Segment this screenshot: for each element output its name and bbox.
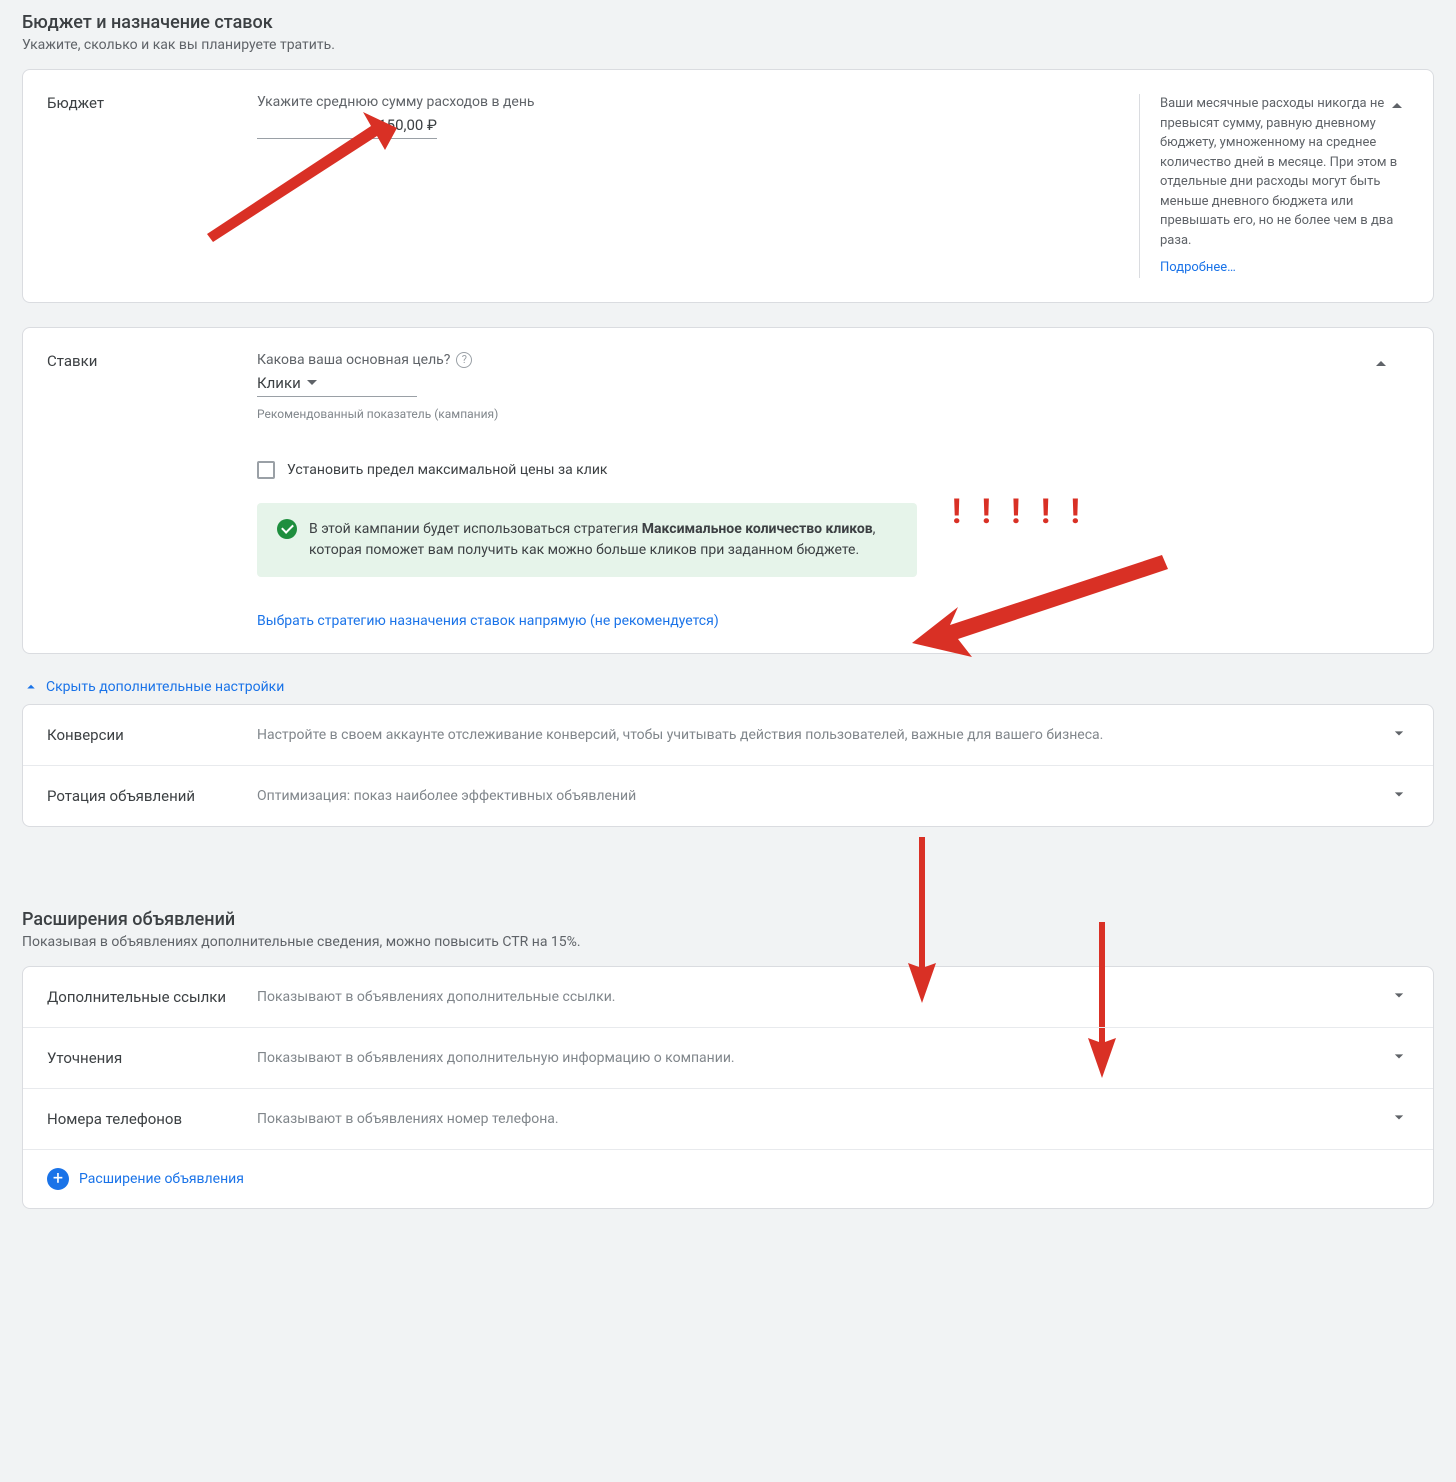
sitelinks-label: Дополнительные ссылки	[47, 988, 257, 1006]
budget-input[interactable]: 150,00 ₽	[257, 116, 437, 139]
strategy-info-box: В этой кампании будет использоваться стр…	[257, 503, 917, 577]
chevron-down-icon	[1389, 784, 1409, 808]
phones-row[interactable]: Номера телефонов Показывают в объявления…	[23, 1089, 1433, 1150]
collapse-icon[interactable]	[1385, 94, 1409, 118]
budget-info-text: Ваши месячные расходы никогда не превыся…	[1160, 94, 1409, 250]
chevron-down-icon	[1389, 1046, 1409, 1070]
help-icon[interactable]: ?	[456, 352, 472, 368]
conversions-label: Конверсии	[47, 726, 257, 744]
collapse-icon[interactable]	[1369, 352, 1393, 376]
ad-rotation-row[interactable]: Ротация объявлений Оптимизация: показ на…	[23, 766, 1433, 826]
chevron-down-icon	[1389, 1107, 1409, 1131]
budget-more-link[interactable]: Подробнее…	[1160, 260, 1236, 275]
add-extension-button[interactable]: + Расширение объявления	[23, 1150, 1433, 1208]
section-title-budget: Бюджет и назначение ставок	[22, 0, 1434, 37]
conversions-row[interactable]: Конверсии Настройте в своем аккаунте отс…	[23, 705, 1433, 766]
annotation-arrow-strategy	[882, 547, 1182, 667]
bids-label: Ставки	[47, 352, 257, 370]
callouts-row[interactable]: Уточнения Показывают в объявлениях допол…	[23, 1028, 1433, 1089]
hide-extra-settings-toggle[interactable]: Скрыть дополнительные настройки	[22, 678, 1434, 696]
callouts-label: Уточнения	[47, 1049, 257, 1067]
sitelinks-row[interactable]: Дополнительные ссылки Показывают в объяв…	[23, 967, 1433, 1028]
bids-goal-dropdown[interactable]: Клики	[257, 374, 317, 392]
chevron-down-icon	[1389, 723, 1409, 747]
bids-recommended-text: Рекомендованный показатель (кампания)	[257, 407, 1369, 421]
strategy-info-text: В этой кампании будет использоваться стр…	[309, 519, 897, 561]
phones-label: Номера телефонов	[47, 1110, 257, 1128]
budget-value: 150,00 ₽	[378, 116, 437, 134]
phones-desc: Показывают в объявлениях номер телефона.	[257, 1111, 1377, 1127]
ad-rotation-label: Ротация объявлений	[47, 787, 257, 805]
budget-card: Бюджет Укажите среднюю сумму расходов в …	[22, 69, 1434, 303]
check-icon	[277, 519, 297, 539]
chevron-down-icon	[307, 380, 317, 385]
add-extension-label: Расширение объявления	[79, 1171, 244, 1187]
annotation-exclaim: ! ! ! ! !	[952, 492, 1086, 532]
ad-rotation-desc: Оптимизация: показ наиболее эффективных …	[257, 788, 1377, 804]
budget-label: Бюджет	[47, 94, 257, 278]
bids-goal-selected: Клики	[257, 374, 301, 392]
section-subtitle-extensions: Показывая в объявлениях дополнительные с…	[22, 934, 1434, 950]
extra-settings-list: Конверсии Настройте в своем аккаунте отс…	[22, 704, 1434, 827]
section-subtitle-budget: Укажите, сколько и как вы планируете тра…	[22, 37, 1434, 53]
direct-strategy-link[interactable]: Выбрать стратегию назначения ставок напр…	[257, 613, 1369, 629]
cpc-limit-label: Установить предел максимальной цены за к…	[287, 462, 607, 478]
plus-icon: +	[47, 1168, 69, 1190]
conversions-desc: Настройте в своем аккаунте отслеживание …	[257, 727, 1377, 743]
callouts-desc: Показывают в объявлениях дополнительную …	[257, 1050, 1377, 1066]
cpc-limit-checkbox[interactable]	[257, 461, 275, 479]
bids-goal-label: Какова ваша основная цель? ?	[257, 352, 1369, 368]
extensions-list: Дополнительные ссылки Показывают в объяв…	[22, 966, 1434, 1209]
budget-infobox: Ваши месячные расходы никогда не превыся…	[1139, 94, 1409, 278]
budget-field-label: Укажите среднюю сумму расходов в день	[257, 94, 1139, 110]
sitelinks-desc: Показывают в объявлениях дополнительные …	[257, 989, 1377, 1005]
section-title-extensions: Расширения объявлений	[22, 897, 1434, 934]
bids-card: Ставки Какова ваша основная цель? ? Клик…	[22, 327, 1434, 654]
chevron-down-icon	[1389, 985, 1409, 1009]
